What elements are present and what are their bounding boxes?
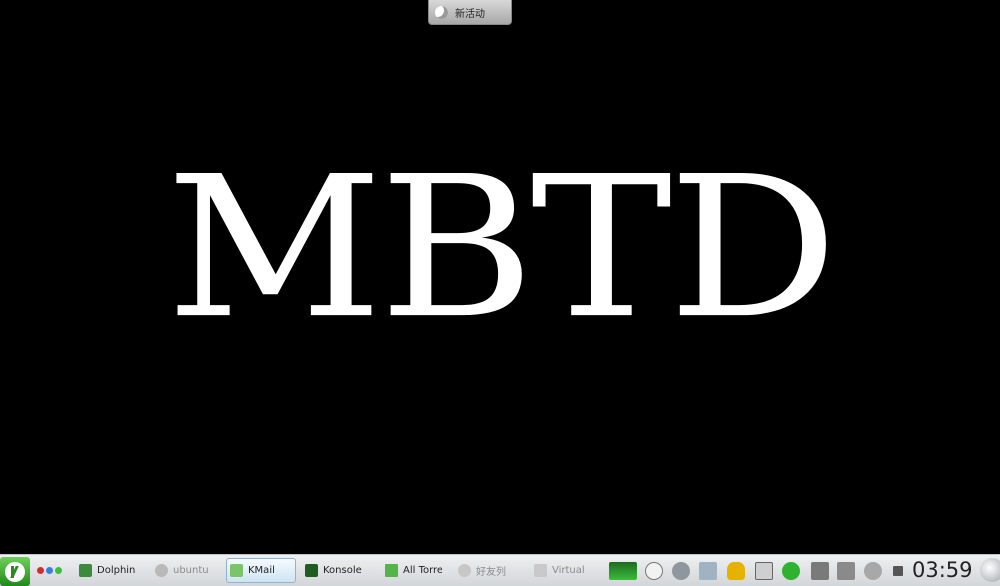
task-label: 好友列: [476, 567, 506, 578]
dolphin-icon: [79, 564, 92, 577]
scissors-icon[interactable]: [811, 562, 829, 580]
info-icon[interactable]: [645, 562, 663, 580]
task-konsole[interactable]: Konsole: [302, 558, 376, 583]
task-label: ubuntu: [173, 565, 209, 576]
new-activity-label: 新活动: [455, 8, 485, 20]
task-ubuntu[interactable]: ubuntu: [152, 558, 216, 583]
new-activity-button[interactable]: 新活动: [428, 0, 512, 25]
task-label: Dolphin: [97, 565, 136, 576]
volume-icon[interactable]: [837, 562, 855, 580]
monitor-icon[interactable]: [609, 562, 637, 580]
kde-logo-icon: [5, 561, 25, 582]
task-label: Konsole: [323, 565, 362, 576]
ktorrent-icon: [385, 564, 398, 577]
task-virtualbox[interactable]: Virtual: [531, 558, 597, 583]
virtual-desktop-pager[interactable]: [37, 567, 62, 574]
notes-icon[interactable]: [699, 562, 717, 580]
wallpaper-text: MBTD: [165, 133, 838, 362]
green-refresh-icon[interactable]: [782, 562, 800, 580]
taskbar-panel: Dolphin ubuntu KMail Konsole All Torre 好…: [0, 554, 1000, 586]
task-label: All Torre: [403, 565, 442, 576]
task-kmail[interactable]: KMail: [226, 558, 296, 583]
keyboard-icon[interactable]: [755, 562, 773, 580]
network-icon[interactable]: [672, 562, 690, 580]
desktop-3-dot[interactable]: [55, 567, 62, 574]
kmail-icon: [230, 564, 243, 577]
desktop-2-dot[interactable]: [46, 567, 53, 574]
desktop-1-dot[interactable]: [37, 567, 44, 574]
clock[interactable]: 03:59: [912, 558, 973, 582]
task-label: Virtual: [552, 565, 585, 576]
task-label: KMail: [248, 565, 275, 576]
qq-icon: [458, 564, 471, 577]
application-launcher-button[interactable]: [0, 557, 30, 586]
panel-settings-cashew-icon[interactable]: [980, 558, 1000, 582]
moon-icon: [435, 5, 448, 19]
desktop: 新活动 MBTD: [0, 0, 1000, 554]
task-friend-list[interactable]: 好友列: [455, 558, 525, 583]
ubuntu-icon: [155, 564, 168, 577]
arrow-up-icon[interactable]: [893, 566, 903, 576]
konsole-icon: [305, 564, 318, 577]
wifi-icon[interactable]: [864, 562, 882, 580]
virtualbox-icon: [534, 564, 547, 577]
task-dolphin[interactable]: Dolphin: [76, 558, 150, 583]
penguin-icon[interactable]: [727, 562, 745, 580]
task-all-torrents[interactable]: All Torre: [382, 558, 442, 583]
